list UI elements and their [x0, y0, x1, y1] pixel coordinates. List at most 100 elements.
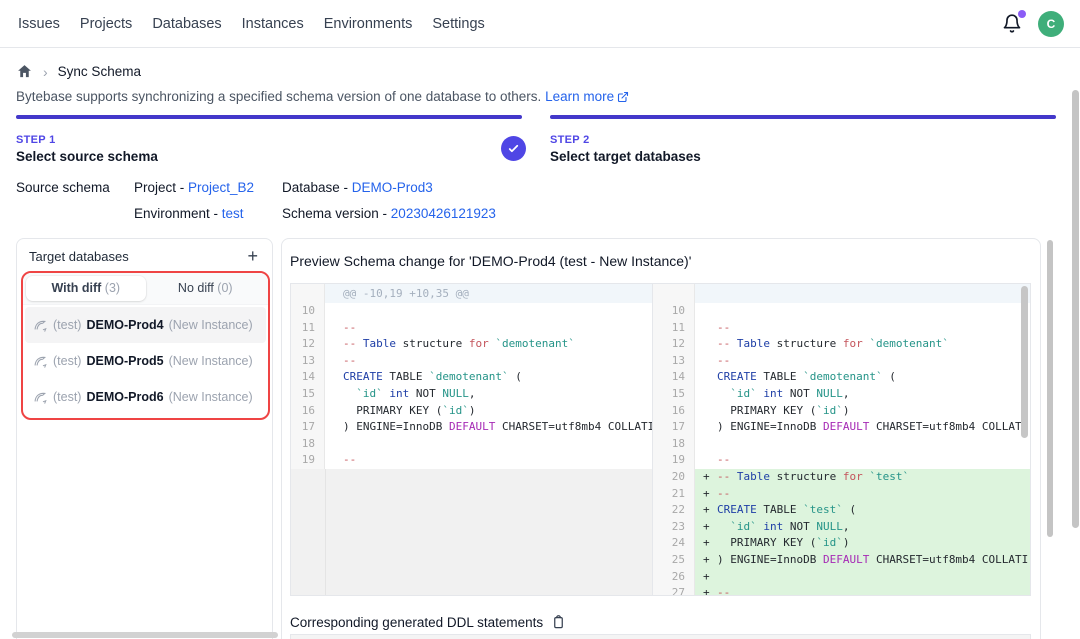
learn-more-link[interactable]: Learn more [545, 89, 629, 104]
clipboard-icon [551, 614, 566, 630]
avatar[interactable]: C [1038, 11, 1064, 37]
window-scrollbar[interactable] [1072, 90, 1079, 528]
code-line: 23+ `id` int NOT NULL, [653, 519, 1030, 536]
project-link[interactable]: Project_B2 [188, 180, 254, 195]
step1-title: Select source schema [16, 149, 158, 164]
chevron-right-icon: › [43, 64, 48, 80]
code-text [325, 436, 652, 453]
db-environment: (test) [53, 390, 81, 404]
line-number: 23 [653, 519, 695, 536]
nav-item-environments[interactable]: Environments [322, 12, 415, 36]
target-database-list: (test)DEMO-Prod4(New Instance)(test)DEMO… [23, 305, 268, 417]
line-number: 10 [653, 303, 695, 320]
no-diff-count: (0) [217, 281, 232, 295]
code-line: 12-- Table structure for `demotenant` [291, 336, 652, 353]
step1-label: STEP 1 [16, 134, 56, 146]
db-name: DEMO-Prod6 [86, 390, 163, 404]
step2-label: STEP 2 [550, 134, 590, 146]
environment-link[interactable]: test [222, 206, 244, 221]
line-number: 18 [653, 436, 695, 453]
code-line: 18 [653, 436, 1030, 453]
code-line: 25+) ENGINE=InnoDB DEFAULT CHARSET=utf8m… [653, 552, 1030, 569]
code-line: 19-- [291, 452, 652, 469]
diff-marker-slot [703, 353, 717, 370]
tab-no-diff[interactable]: No diff (0) [146, 276, 266, 301]
db-name: DEMO-Prod4 [86, 318, 163, 332]
notifications-button[interactable] [1002, 13, 1024, 35]
nav-item-projects[interactable]: Projects [78, 12, 134, 36]
intro-sentence: Bytebase supports synchronizing a specif… [16, 89, 541, 104]
db-instance-suffix: (New Instance) [169, 318, 253, 332]
diff-marker-slot [703, 452, 717, 469]
code-text: -- [695, 320, 1030, 337]
line-number [653, 284, 695, 303]
diff-added-marker: + [703, 585, 717, 595]
db-instance-suffix: (New Instance) [169, 390, 253, 404]
diff-added-marker: + [703, 569, 717, 586]
code-line: 19 -- [653, 452, 1030, 469]
sync-schema-page: Issues Projects Databases Instances Environm… [0, 0, 1080, 639]
database-link[interactable]: DEMO-Prod3 [352, 180, 433, 195]
schema-version-link[interactable]: 20230426121923 [391, 206, 496, 221]
source-database-field: Database - DEMO-Prod3 [282, 180, 433, 195]
line-number: 11 [653, 320, 695, 337]
target-databases-highlighted-box: With diff (3) No diff (0) (test) DEMO-Pro… [21, 271, 270, 420]
code-text: ) ENGINE=InnoDB DEFAULT CHARSET=utf8mb4 … [695, 419, 1030, 436]
code-line: 14CREATE TABLE `demotenant` ( [291, 369, 652, 386]
gutter-divider [325, 469, 326, 595]
nav-item-instances[interactable]: Instances [240, 12, 306, 36]
db-name: DEMO-Prod5 [86, 354, 163, 368]
diff-filter-tabs: With diff (3) No diff (0) [23, 273, 268, 305]
nav-item-settings[interactable]: Settings [430, 12, 486, 36]
home-icon[interactable] [16, 63, 33, 80]
code-line: 20+-- Table structure for `test` [653, 469, 1030, 486]
code-line: 21+-- [653, 486, 1030, 503]
line-number: 13 [653, 353, 695, 370]
code-text: -- [695, 452, 1030, 469]
nav-item-issues[interactable]: Issues [16, 12, 62, 36]
diff-alignment-placeholder [291, 469, 652, 595]
code-line: 14 CREATE TABLE `demotenant` ( [653, 369, 1030, 386]
diff-marker-slot [703, 386, 717, 403]
copy-ddl-button[interactable] [551, 614, 566, 630]
diff-added-marker: + [703, 502, 717, 519]
target-database-item[interactable]: (test)DEMO-Prod5(New Instance) [25, 343, 266, 379]
code-text: +) ENGINE=InnoDB DEFAULT CHARSET=utf8mb4… [695, 552, 1030, 569]
nav-item-databases[interactable]: Databases [150, 12, 223, 36]
line-number: 20 [653, 469, 695, 486]
db-instance-suffix: (New Instance) [169, 354, 253, 368]
diff-marker-slot [703, 369, 717, 386]
line-number: 13 [291, 353, 325, 370]
content-scrollbar[interactable] [1047, 240, 1053, 537]
diff-pane-modified: 10 11 --12 -- Table structure for `demot… [652, 284, 1030, 595]
diff-editor-scrollbar[interactable] [1021, 286, 1028, 438]
external-link-icon [617, 91, 629, 103]
line-number: 12 [291, 336, 325, 353]
line-number: 15 [291, 386, 325, 403]
diff-added-marker: + [703, 469, 717, 486]
line-number: 25 [653, 552, 695, 569]
code-text: `id` int NOT NULL, [325, 386, 652, 403]
line-number: 17 [291, 419, 325, 436]
line-number: 16 [291, 403, 325, 420]
add-target-database-button[interactable]: + [245, 248, 260, 264]
source-schema-label: Source schema [16, 180, 110, 195]
line-number [291, 284, 325, 303]
nav-right: C [1002, 11, 1064, 37]
code-line: 11-- [291, 320, 652, 337]
tab-with-diff[interactable]: With diff (3) [26, 276, 146, 301]
code-text: `id` int NOT NULL, [695, 386, 1030, 403]
line-number: 27 [653, 585, 695, 595]
target-database-item[interactable]: (test) DEMO-Prod6 (New Instance) [25, 379, 266, 415]
nav-items: Issues Projects Databases Instances Environm… [16, 12, 487, 36]
breadcrumb-page-title: Sync Schema [58, 64, 141, 79]
line-number: 19 [291, 452, 325, 469]
code-text: +-- [695, 486, 1030, 503]
line-number: 12 [653, 336, 695, 353]
code-text: -- [325, 452, 652, 469]
ddl-title: Corresponding generated DDL statements [290, 615, 543, 630]
target-database-item[interactable]: (test)DEMO-Prod4(New Instance) [25, 307, 266, 343]
code-line: 17 ) ENGINE=InnoDB DEFAULT CHARSET=utf8m… [653, 419, 1030, 436]
horizontal-scrollbar[interactable] [12, 632, 278, 638]
schema-diff-editor[interactable]: @@ -10,19 +10,35 @@1011--12-- Table stru… [290, 283, 1031, 596]
